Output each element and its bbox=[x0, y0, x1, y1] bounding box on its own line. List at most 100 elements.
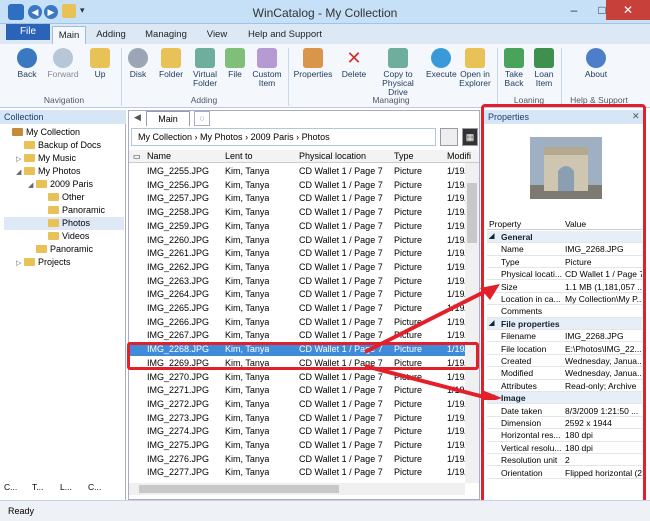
tree-item[interactable]: Other bbox=[4, 191, 124, 204]
execute-button[interactable]: Execute bbox=[426, 48, 457, 79]
new-tab-icon[interactable]: ◌ bbox=[194, 111, 210, 126]
table-cell: Picture bbox=[394, 166, 423, 176]
tree-item-label: Panoramic bbox=[62, 205, 106, 215]
table-row[interactable]: IMG_2259.JPG Kim, Tanya CD Wallet 1 / Page… bbox=[129, 219, 472, 233]
back-button[interactable]: Back bbox=[12, 48, 42, 79]
open-in-explorer-button[interactable]: Open in Explorer bbox=[458, 48, 492, 88]
tree-item[interactable]: Photos bbox=[4, 217, 124, 230]
table-cell: Kim, Tanya bbox=[225, 440, 270, 450]
breadcrumb-item[interactable]: Photos bbox=[302, 132, 330, 142]
tab-nav-arrow-icon[interactable]: ◀ bbox=[134, 112, 141, 123]
tree-item[interactable]: ◢ My Photos bbox=[4, 165, 124, 178]
table-row[interactable]: IMG_2273.JPG Kim, Tanya CD Wallet 1 / Page… bbox=[129, 411, 472, 425]
minimize-button[interactable]: – bbox=[560, 0, 588, 20]
expand-icon[interactable]: ▷ bbox=[16, 257, 24, 270]
collection-bottom-tab[interactable]: T... bbox=[32, 482, 43, 492]
tree-item[interactable]: ▷ My Music bbox=[4, 152, 124, 165]
table-row[interactable]: IMG_2260.JPG Kim, Tanya CD Wallet 1 / Page… bbox=[129, 233, 472, 247]
horizontal-scrollbar[interactable] bbox=[129, 483, 465, 495]
collection-bottom-tab[interactable]: C... bbox=[4, 482, 17, 492]
expand-icon[interactable]: ◢ bbox=[28, 179, 36, 192]
collection-bottom-tab[interactable]: L... bbox=[60, 482, 72, 492]
folder-icon bbox=[36, 245, 47, 253]
table-row[interactable]: IMG_2258.JPG Kim, Tanya CD Wallet 1 / Page… bbox=[129, 205, 472, 219]
tab-view[interactable]: View bbox=[200, 26, 234, 44]
table-cell: CD Wallet 1 / Page 7 bbox=[299, 412, 383, 423]
column-name[interactable]: Name bbox=[147, 150, 171, 163]
table-cell: CD Wallet 1 / Page 7 bbox=[299, 166, 383, 176]
table-row[interactable]: IMG_2262.JPG Kim, Tanya CD Wallet 1 / Page… bbox=[129, 260, 472, 274]
properties-gear-icon bbox=[303, 48, 323, 68]
take-back-button[interactable]: Take Back bbox=[500, 48, 528, 88]
tree-item[interactable]: Backup of Docs bbox=[4, 139, 124, 152]
add-file-button[interactable]: File bbox=[223, 48, 247, 79]
table-cell: IMG_2260.JPG bbox=[147, 234, 210, 245]
add-folder-button[interactable]: Folder bbox=[154, 48, 188, 79]
tab-managing[interactable]: Managing bbox=[138, 26, 194, 44]
tree-item[interactable]: My Collection bbox=[4, 126, 124, 139]
tree-item[interactable]: ◢ 2009 Paris bbox=[4, 178, 124, 191]
table-row[interactable]: IMG_2276.JPG Kim, Tanya CD Wallet 1 / Page… bbox=[129, 452, 472, 466]
copy-to-physical-drive-button[interactable]: Copy to Physical Drive bbox=[372, 48, 424, 97]
breadcrumb-item[interactable]: My Collection bbox=[138, 132, 192, 142]
tree-item[interactable]: Videos bbox=[4, 230, 124, 243]
column-lent-to[interactable]: Lent to bbox=[225, 150, 253, 163]
tab-adding[interactable]: Adding bbox=[90, 26, 132, 44]
ribbon-separator bbox=[497, 48, 498, 106]
table-cell: IMG_2258.JPG bbox=[147, 207, 210, 218]
table-cell: CD Wallet 1 / Page 7 bbox=[299, 234, 383, 245]
explorer-search-icon bbox=[465, 48, 485, 68]
loan-item-button[interactable]: Loan Item bbox=[530, 48, 558, 88]
view-mode-icon[interactable] bbox=[440, 128, 458, 146]
folder-label: Folder bbox=[158, 69, 184, 79]
table-row[interactable]: IMG_2261.JPG Kim, Tanya CD Wallet 1 / Page… bbox=[129, 246, 472, 260]
table-row[interactable]: IMG_2274.JPG Kim, Tanya CD Wallet 1 / Page… bbox=[129, 424, 472, 438]
ribbon-separator bbox=[561, 48, 562, 106]
tree-item-label: My Photos bbox=[38, 166, 81, 176]
delete-button[interactable]: ✕ Delete bbox=[339, 48, 369, 79]
column-type[interactable]: Type bbox=[394, 150, 414, 163]
breadcrumb-item[interactable]: My Photos bbox=[200, 132, 243, 142]
breadcrumb-item[interactable]: 2009 Paris bbox=[251, 132, 294, 142]
table-row[interactable]: IMG_2256.JPG Kim, Tanya CD Wallet 1 / Page… bbox=[129, 178, 472, 192]
folder-icon bbox=[24, 258, 35, 266]
tab-main[interactable]: Main bbox=[52, 26, 86, 44]
column-physical-location[interactable]: Physical location bbox=[299, 150, 366, 163]
custom-item-icon bbox=[257, 48, 277, 68]
add-custom-item-button[interactable]: Custom Item bbox=[249, 48, 285, 88]
tree-item-label: My Music bbox=[38, 153, 76, 163]
main-view-tab[interactable]: Main bbox=[146, 111, 190, 126]
up-button[interactable]: Up bbox=[86, 48, 114, 79]
tree-item[interactable]: ▷ Projects bbox=[4, 256, 124, 269]
ribbon-separator bbox=[288, 48, 289, 106]
file-menu-button[interactable]: File bbox=[6, 24, 50, 40]
add-virtual-folder-button[interactable]: Virtual Folder bbox=[188, 48, 222, 88]
open-label: Open in Explorer bbox=[459, 69, 491, 88]
tree-item[interactable]: Panoramic bbox=[4, 204, 124, 217]
forward-button[interactable]: Forward bbox=[44, 48, 82, 79]
tree-item[interactable]: Panoramic bbox=[4, 243, 124, 256]
table-row[interactable]: IMG_2277.JPG Kim, Tanya CD Wallet 1 / Page… bbox=[129, 465, 472, 479]
table-row[interactable]: IMG_2275.JPG Kim, Tanya CD Wallet 1 / Page… bbox=[129, 438, 472, 452]
add-disk-button[interactable]: Disk bbox=[124, 48, 152, 79]
table-cell: CD Wallet 1 / Page 7 bbox=[299, 440, 383, 450]
close-button[interactable]: ✕ bbox=[606, 0, 650, 20]
breadcrumb[interactable]: My Collection › My Photos › 2009 Paris ›… bbox=[131, 128, 436, 146]
thumbnail-view-icon[interactable]: ▦ bbox=[462, 128, 478, 146]
folder-icon bbox=[24, 141, 35, 149]
expand-icon[interactable]: ◢ bbox=[16, 166, 24, 179]
collection-bottom-tab[interactable]: C... bbox=[88, 482, 101, 492]
execute-label: Execute bbox=[426, 69, 457, 79]
table-cell: Kim, Tanya bbox=[225, 166, 270, 176]
table-cell: CD Wallet 1 / Page 7 bbox=[299, 220, 383, 231]
properties-button[interactable]: Properties bbox=[291, 48, 335, 79]
about-button[interactable]: About bbox=[578, 48, 614, 79]
column-modified[interactable]: Modifi bbox=[447, 150, 471, 163]
collection-tree: My Collection Backup of Docs ▷ My Music ◢ My … bbox=[4, 126, 124, 269]
tab-help-and-support[interactable]: Help and Support bbox=[240, 26, 330, 44]
column-header-row: ▭ Name Lent to Physical location Type Mo… bbox=[129, 150, 479, 163]
table-row[interactable]: IMG_2255.JPG Kim, Tanya CD Wallet 1 / Page… bbox=[129, 164, 472, 178]
table-row[interactable]: IMG_2257.JPG Kim, Tanya CD Wallet 1 / Page… bbox=[129, 191, 472, 205]
table-cell: IMG_2271.JPG bbox=[147, 385, 210, 396]
table-cell: CD Wallet 1 / Page 7 bbox=[299, 193, 383, 204]
